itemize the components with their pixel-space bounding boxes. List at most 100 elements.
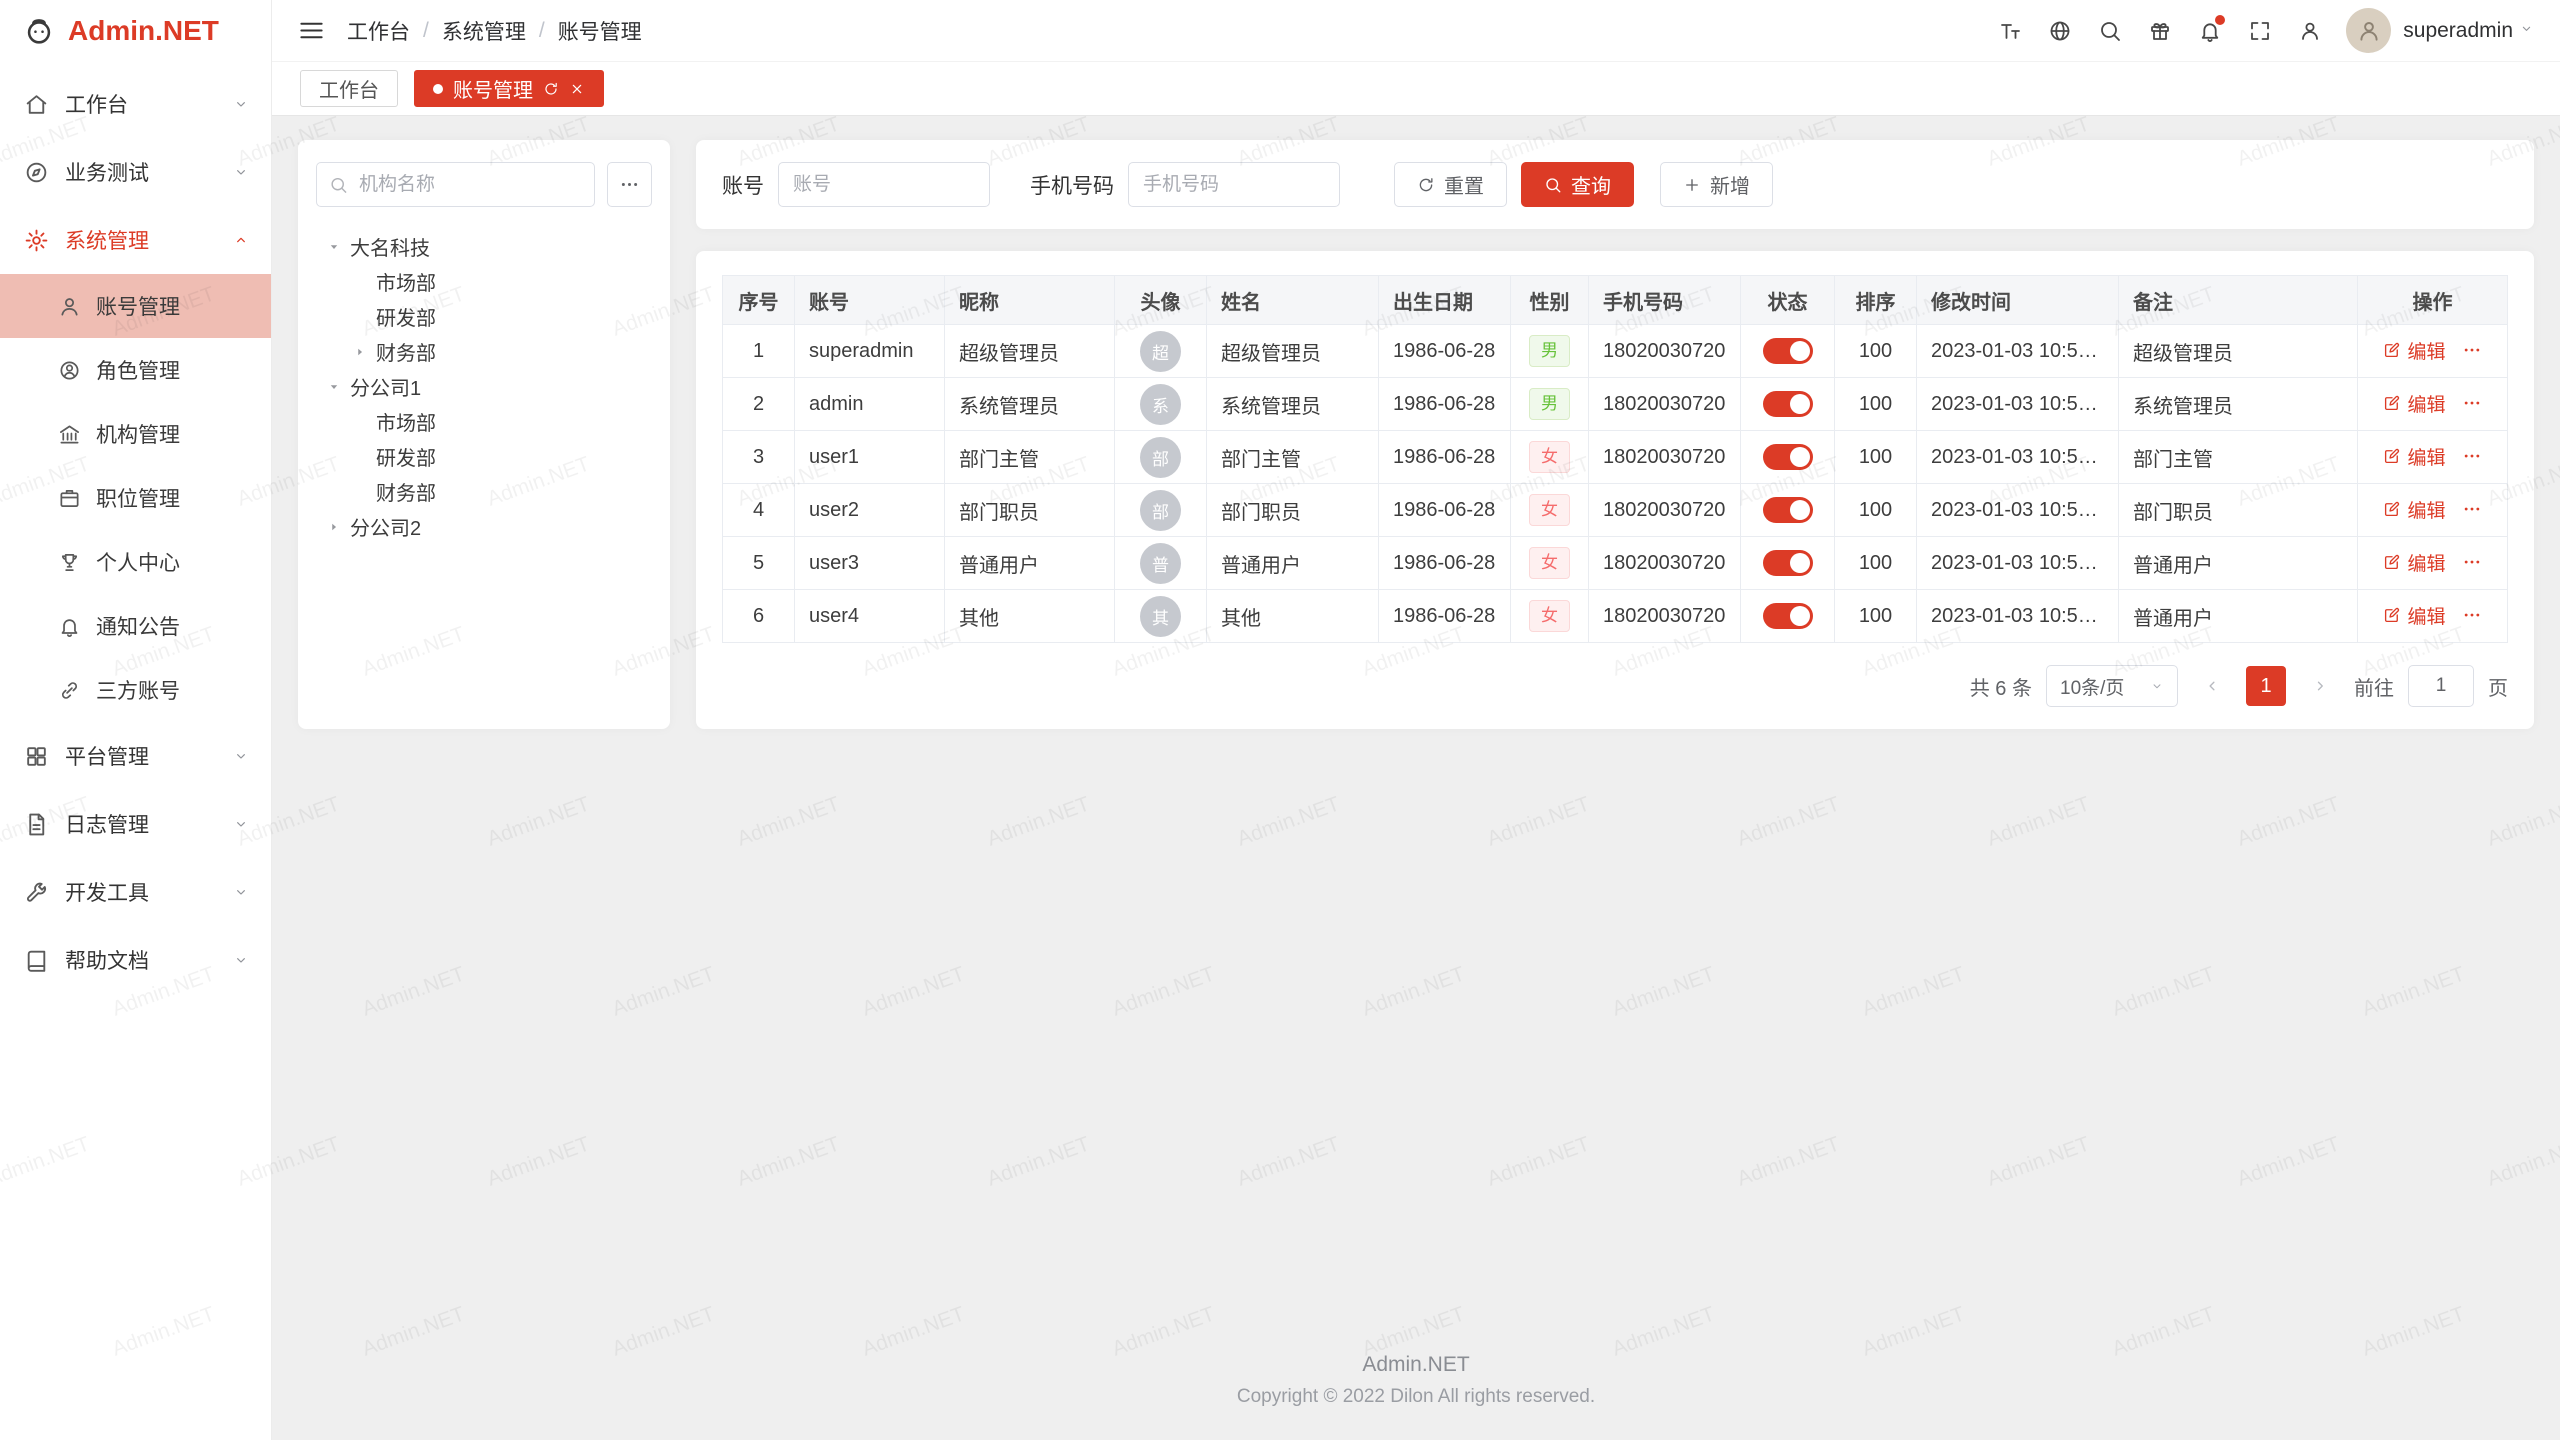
edit-button[interactable]: 编辑	[2383, 496, 2445, 523]
tree-node[interactable]: 市场部	[320, 264, 648, 299]
tree-node[interactable]: 大名科技	[320, 229, 648, 264]
tree-node-label: 大名科技	[350, 232, 430, 261]
user-menu[interactable]: superadmin	[2346, 8, 2534, 53]
org-more-button[interactable]	[607, 162, 652, 207]
breadcrumb-item[interactable]: 系统管理	[442, 16, 526, 46]
person-button[interactable]	[2288, 9, 2332, 53]
chevron-down-icon	[233, 748, 249, 764]
prev-page-button[interactable]	[2192, 666, 2232, 706]
main-area: 工作台/系统管理/账号管理 superadmin 工作台账号管理	[272, 0, 2560, 1440]
sidebar-item-label: 职位管理	[96, 483, 180, 513]
sidebar-item-account-management[interactable]: 账号管理	[0, 274, 271, 338]
close-icon[interactable]	[569, 81, 585, 97]
gift-button[interactable]	[2138, 9, 2182, 53]
sidebar-item-log-management[interactable]: 日志管理	[0, 790, 271, 858]
status-toggle[interactable]	[1763, 338, 1813, 364]
bell-button[interactable]	[2188, 9, 2232, 53]
sidebar-item-position-management[interactable]: 职位管理	[0, 466, 271, 530]
dots-icon	[2462, 499, 2482, 519]
chevron-down-icon	[233, 816, 249, 832]
edit-button[interactable]: 编辑	[2383, 337, 2445, 364]
sidebar-item-system-management[interactable]: 系统管理	[0, 206, 271, 274]
font-size-button[interactable]	[1988, 9, 2032, 53]
sidebar-item-dev-tools[interactable]: 开发工具	[0, 858, 271, 926]
tree-node[interactable]: 财务部	[320, 474, 648, 509]
org-tree: 大名科技市场部研发部财务部分公司1市场部研发部财务部分公司2	[316, 229, 652, 544]
page-size-value: 10条/页	[2060, 673, 2124, 700]
sidebar-item-business-test[interactable]: 业务测试	[0, 138, 271, 206]
sidebar-item-role-management[interactable]: 角色管理	[0, 338, 271, 402]
sidebar-item-help-docs[interactable]: 帮助文档	[0, 926, 271, 994]
caret-right-icon[interactable]	[350, 345, 369, 359]
search-button[interactable]	[2088, 9, 2132, 53]
phone-label: 手机号码	[1030, 170, 1114, 200]
tree-node[interactable]: 研发部	[320, 439, 648, 474]
edit-button[interactable]: 编辑	[2383, 549, 2445, 576]
caret-right-icon[interactable]	[324, 520, 343, 534]
tab-account-management[interactable]: 账号管理	[414, 70, 604, 107]
sidebar-item-label: 三方账号	[96, 675, 180, 705]
edit-button[interactable]: 编辑	[2383, 602, 2445, 629]
chevron-down-icon	[233, 164, 249, 180]
tab-workbench[interactable]: 工作台	[300, 70, 398, 107]
caret-down-icon[interactable]	[324, 380, 343, 394]
tree-node[interactable]: 财务部	[320, 334, 648, 369]
chevron-right-icon	[2311, 677, 2329, 695]
cell-gender: 女	[1511, 537, 1589, 590]
status-toggle[interactable]	[1763, 497, 1813, 523]
edit-button-label: 编辑	[2407, 602, 2445, 629]
refresh-icon[interactable]	[543, 81, 559, 97]
row-more-button[interactable]	[2462, 552, 2482, 572]
book-icon	[24, 948, 49, 973]
add-button-label: 新增	[1710, 170, 1750, 199]
gear-icon	[24, 228, 49, 253]
status-toggle[interactable]	[1763, 444, 1813, 470]
row-more-button[interactable]	[2462, 499, 2482, 519]
account-input[interactable]	[778, 162, 990, 207]
app-logo[interactable]: Admin.NET	[0, 0, 271, 62]
row-more-button[interactable]	[2462, 340, 2482, 360]
org-search-input[interactable]	[316, 162, 595, 207]
row-more-button[interactable]	[2462, 605, 2482, 625]
status-toggle[interactable]	[1763, 550, 1813, 576]
sidebar-item-personal-center[interactable]: 个人中心	[0, 530, 271, 594]
reset-button[interactable]: 重置	[1394, 162, 1507, 207]
add-button[interactable]: 新增	[1660, 162, 1773, 207]
table-row: 1superadmin超级管理员超超级管理员1986-06-28男1802003…	[723, 325, 2508, 378]
cell-name: 超级管理员	[1207, 325, 1379, 378]
tree-node[interactable]: 市场部	[320, 404, 648, 439]
caret-down-icon[interactable]	[324, 240, 343, 254]
sidebar-item-platform-management[interactable]: 平台管理	[0, 722, 271, 790]
sidebar-item-notice-announcement[interactable]: 通知公告	[0, 594, 271, 658]
globe-button[interactable]	[2038, 9, 2082, 53]
page-size-select[interactable]: 10条/页	[2046, 665, 2178, 707]
tree-node[interactable]: 研发部	[320, 299, 648, 334]
top-navbar: 工作台/系统管理/账号管理 superadmin	[272, 0, 2560, 61]
sidebar-item-workbench[interactable]: 工作台	[0, 70, 271, 138]
table-row: 3user1部门主管部部门主管1986-06-28女18020030720100…	[723, 431, 2508, 484]
row-more-button[interactable]	[2462, 393, 2482, 413]
status-toggle[interactable]	[1763, 391, 1813, 417]
tree-node[interactable]: 分公司2	[320, 509, 648, 544]
footer-title: Admin.NET	[298, 1353, 2534, 1377]
breadcrumb-item[interactable]: 账号管理	[558, 16, 642, 46]
phone-input[interactable]	[1128, 162, 1340, 207]
sidebar: Admin.NET 工作台业务测试系统管理账号管理角色管理机构管理职位管理个人中…	[0, 0, 272, 1440]
cell-avatar: 其	[1115, 590, 1207, 643]
goto-page-input[interactable]	[2408, 665, 2474, 707]
edit-button[interactable]: 编辑	[2383, 443, 2445, 470]
search-button[interactable]: 查询	[1521, 162, 1634, 207]
hamburger-menu-icon[interactable]	[298, 17, 325, 44]
next-page-button[interactable]	[2300, 666, 2340, 706]
page-number-button[interactable]: 1	[2246, 666, 2286, 706]
edit-button[interactable]: 编辑	[2383, 390, 2445, 417]
fullscreen-button[interactable]	[2238, 9, 2282, 53]
status-toggle[interactable]	[1763, 603, 1813, 629]
row-more-button[interactable]	[2462, 446, 2482, 466]
breadcrumb-item[interactable]: 工作台	[347, 16, 410, 46]
sidebar-item-org-management[interactable]: 机构管理	[0, 402, 271, 466]
tree-node[interactable]: 分公司1	[320, 369, 648, 404]
cell-modified: 2023-01-03 10:59:44	[1917, 378, 2119, 431]
sidebar-item-label: 系统管理	[65, 225, 149, 255]
sidebar-item-third-party-account[interactable]: 三方账号	[0, 658, 271, 722]
